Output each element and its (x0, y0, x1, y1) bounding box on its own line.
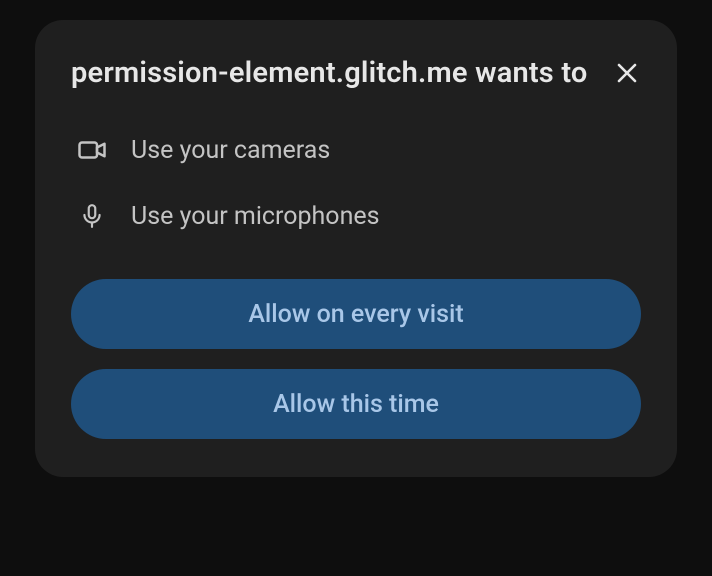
allow-this-time-button[interactable]: Allow this time (71, 369, 641, 439)
microphone-icon (77, 201, 107, 231)
dialog-origin: permission-element.glitch.me (71, 56, 468, 90)
camera-icon (77, 135, 107, 165)
dialog-header: permission-element.glitch.me wants to (71, 54, 641, 93)
permission-dialog: permission-element.glitch.me wants to Us… (35, 20, 677, 477)
permission-label: Use your cameras (131, 136, 330, 165)
dialog-actions: Allow on every visit Allow this time (71, 279, 641, 439)
permission-row-camera: Use your cameras (77, 135, 641, 165)
permission-label: Use your microphones (131, 202, 380, 231)
close-button[interactable] (609, 56, 645, 92)
dialog-title-suffix: wants to (475, 56, 587, 90)
permission-row-microphone: Use your microphones (77, 201, 641, 231)
allow-every-visit-button[interactable]: Allow on every visit (71, 279, 641, 349)
permissions-list: Use your cameras Use your microphones (77, 135, 641, 231)
close-icon (617, 63, 637, 86)
dialog-title: permission-element.glitch.me wants to (71, 54, 589, 93)
